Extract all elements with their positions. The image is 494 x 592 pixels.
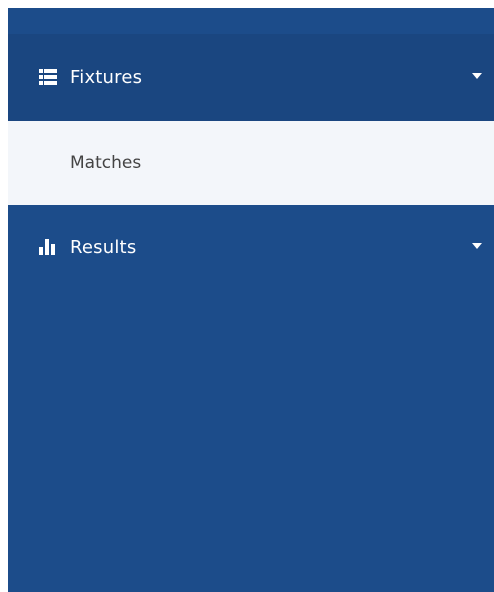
- bar-chart-icon: [38, 237, 58, 257]
- list-icon: [38, 67, 58, 87]
- sidebar-item-label: Results: [70, 236, 137, 258]
- sidebar-item-fixtures-row: Fixtures: [38, 59, 142, 95]
- fixtures-submenu: Matches: [8, 121, 494, 205]
- submenu-item-matches[interactable]: Matches: [8, 121, 494, 205]
- chevron-down-icon: [472, 243, 482, 249]
- sidebar-nav: Fixtures Matches Results: [8, 8, 494, 592]
- sidebar-item-results[interactable]: Results: [8, 205, 494, 292]
- sidebar-item-label: Fixtures: [70, 66, 143, 88]
- sidebar-item-fixtures[interactable]: Fixtures: [8, 34, 494, 121]
- chevron-down-icon: [472, 73, 482, 79]
- sidebar-item-results-row: Results: [38, 229, 136, 265]
- submenu-item-label: Matches: [70, 153, 142, 173]
- sidebar-top-strip: [8, 8, 494, 34]
